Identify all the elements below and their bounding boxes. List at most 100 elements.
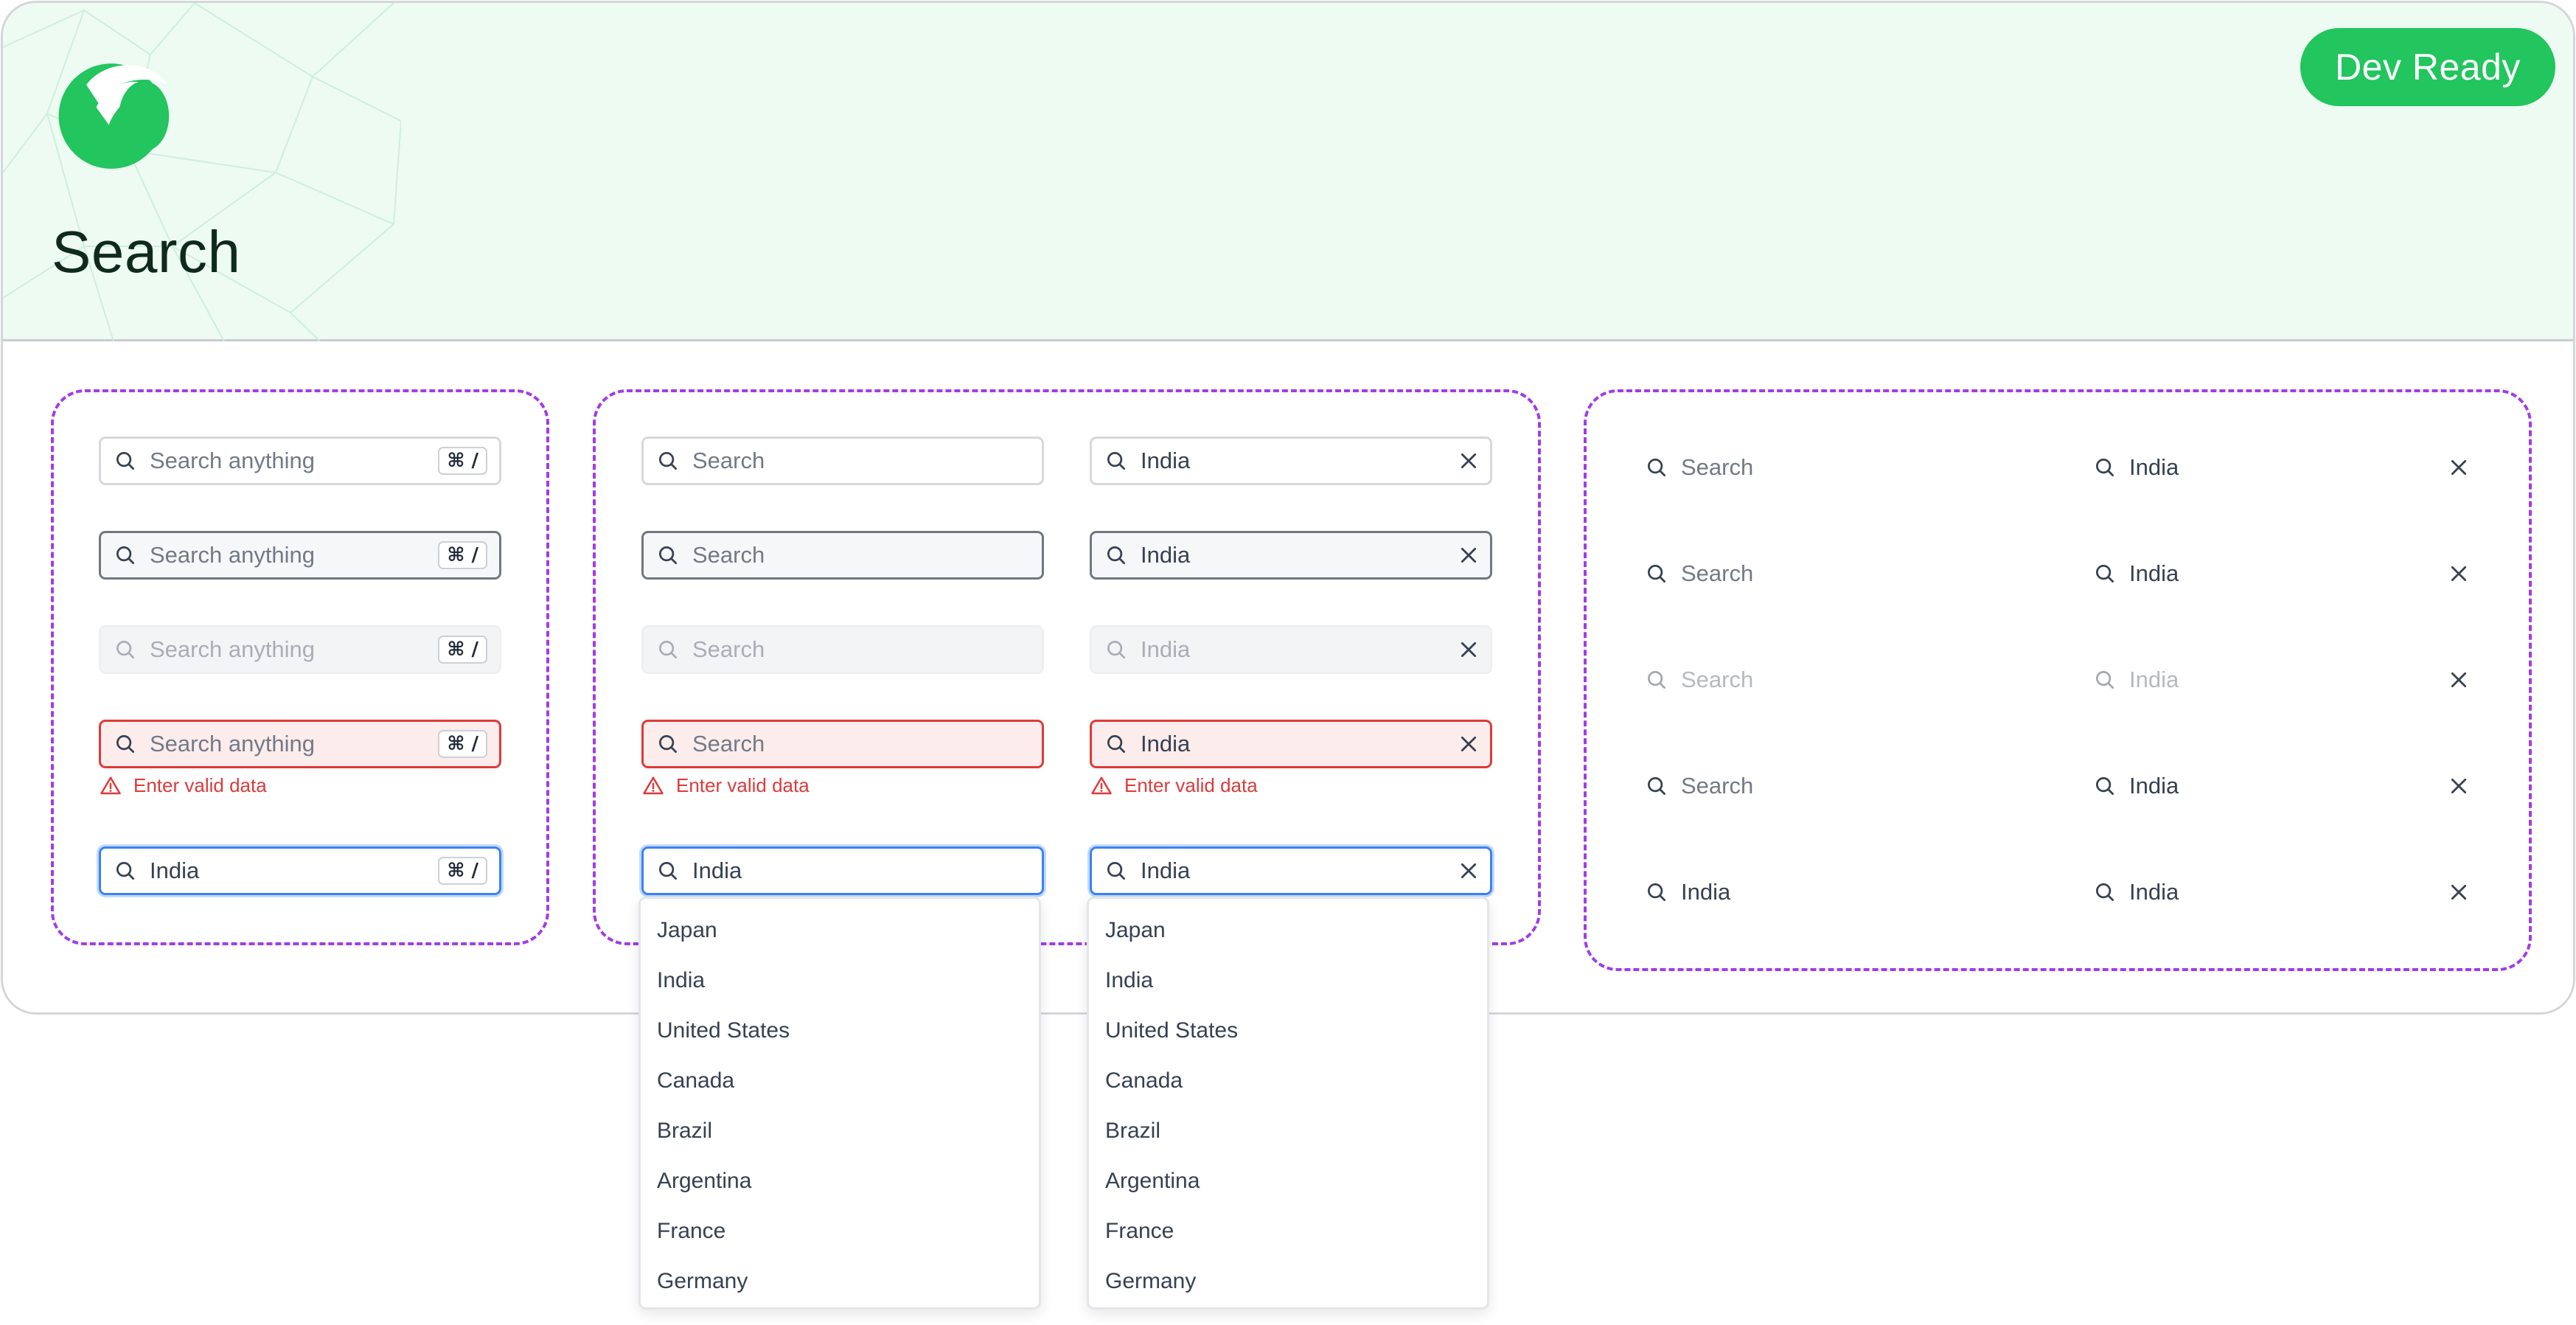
search-placeholder: Search bbox=[1681, 560, 1754, 586]
dropdown-option[interactable]: Canada bbox=[657, 1063, 734, 1099]
search-icon bbox=[1105, 860, 1127, 882]
search-placeholder: Search bbox=[1681, 773, 1754, 799]
search-value: India bbox=[1681, 879, 1731, 905]
search-icon bbox=[657, 544, 679, 566]
search-icon bbox=[114, 733, 136, 755]
search-value: India bbox=[1141, 542, 1191, 568]
search-icon bbox=[657, 733, 679, 755]
search-icon bbox=[1646, 669, 1668, 691]
search-input-disabled: Search bbox=[641, 625, 1044, 674]
close-icon[interactable] bbox=[1459, 546, 1478, 565]
bare-search-filled-disabled: India bbox=[2094, 658, 2179, 702]
search-icon bbox=[657, 450, 679, 472]
search-icon bbox=[114, 639, 136, 661]
error-text: Enter valid data bbox=[1124, 774, 1258, 796]
search-input-default[interactable]: Search anything ⌘ / bbox=[99, 437, 501, 485]
search-placeholder: Search bbox=[692, 542, 765, 568]
close-icon[interactable] bbox=[1459, 451, 1478, 470]
warning-icon bbox=[642, 775, 664, 797]
page-header: Search Dev Ready bbox=[3, 3, 2573, 341]
close-icon[interactable] bbox=[1459, 861, 1478, 880]
error-message: Enter valid data bbox=[1090, 774, 1258, 797]
search-value: India bbox=[2129, 667, 2179, 692]
search-input-hover[interactable]: Search anything ⌘ / bbox=[99, 531, 501, 580]
country-dropdown: Japan India United States Canada Brazil … bbox=[1087, 897, 1489, 1310]
bare-search-filled-hover[interactable]: India bbox=[2094, 552, 2179, 596]
search-placeholder: Search bbox=[1681, 454, 1754, 480]
error-text: Enter valid data bbox=[133, 774, 267, 796]
dropdown-option[interactable]: Germany bbox=[657, 1263, 748, 1300]
search-input-hover[interactable]: Search bbox=[641, 531, 1044, 580]
search-icon bbox=[2094, 456, 2116, 479]
search-input-error[interactable]: Search anything ⌘ / bbox=[99, 720, 501, 768]
error-text: Enter valid data bbox=[676, 774, 810, 796]
search-input-filled-error[interactable]: India bbox=[1090, 720, 1492, 768]
bare-search-filled-focused[interactable]: India bbox=[2094, 870, 2179, 914]
search-icon bbox=[1105, 450, 1127, 472]
close-icon[interactable] bbox=[2449, 776, 2468, 796]
close-icon[interactable] bbox=[2449, 564, 2468, 583]
bare-search-disabled: Search bbox=[1646, 658, 1753, 702]
close-icon[interactable] bbox=[1459, 734, 1478, 754]
search-icon bbox=[2094, 563, 2116, 585]
search-icon bbox=[1105, 544, 1127, 566]
bare-search-active[interactable]: Search bbox=[1646, 764, 1753, 808]
close-icon[interactable] bbox=[2449, 883, 2468, 902]
search-icon bbox=[114, 860, 136, 882]
search-placeholder: Search bbox=[692, 636, 765, 662]
shortcut-hint: ⌘ / bbox=[438, 447, 487, 475]
search-value: India bbox=[692, 858, 742, 883]
warning-icon bbox=[100, 775, 122, 797]
search-input-filled[interactable]: India bbox=[1090, 437, 1492, 485]
search-icon bbox=[1646, 563, 1668, 585]
error-message: Enter valid data bbox=[642, 774, 810, 797]
search-icon bbox=[2094, 669, 2116, 691]
dropdown-option[interactable]: Argentina bbox=[1105, 1163, 1200, 1200]
component-card: Search Dev Ready Search anything ⌘ / Sea… bbox=[1, 1, 2575, 1015]
dropdown-option[interactable]: France bbox=[1105, 1213, 1174, 1250]
dropdown-option[interactable]: Japan bbox=[1105, 912, 1166, 949]
search-input-focused[interactable]: India ⌘ / bbox=[99, 846, 501, 895]
dropdown-option[interactable]: France bbox=[657, 1213, 725, 1250]
dropdown-option[interactable]: United States bbox=[1105, 1012, 1238, 1049]
search-input-filled-hover[interactable]: India bbox=[1090, 531, 1492, 580]
shortcut-hint: ⌘ / bbox=[438, 541, 487, 569]
close-icon bbox=[2449, 670, 2468, 689]
page-title: Search bbox=[52, 219, 241, 285]
search-value: India bbox=[1141, 858, 1191, 883]
dropdown-option[interactable]: Canada bbox=[1105, 1063, 1183, 1099]
search-value: India bbox=[2129, 773, 2179, 799]
search-icon bbox=[1646, 456, 1668, 479]
bare-search-filled[interactable]: India bbox=[1646, 870, 1730, 914]
dropdown-option[interactable]: India bbox=[657, 962, 705, 999]
warning-icon bbox=[1090, 775, 1113, 797]
bare-search-default[interactable]: Search bbox=[1646, 445, 1753, 490]
dropdown-option[interactable]: Germany bbox=[1105, 1263, 1196, 1300]
search-input-default[interactable]: Search bbox=[641, 437, 1044, 485]
search-input-filled-disabled: India bbox=[1090, 625, 1492, 674]
search-value: India bbox=[1141, 636, 1191, 662]
search-icon bbox=[2094, 881, 2116, 903]
shortcut-hint: ⌘ / bbox=[438, 857, 487, 885]
search-placeholder: Search anything bbox=[150, 731, 316, 757]
dropdown-option[interactable]: United States bbox=[657, 1012, 790, 1049]
dropdown-option[interactable]: Brazil bbox=[1105, 1113, 1160, 1150]
dropdown-option[interactable]: Brazil bbox=[657, 1113, 712, 1150]
dropdown-option[interactable]: Argentina bbox=[657, 1163, 751, 1200]
search-input-error[interactable]: Search bbox=[641, 720, 1044, 768]
search-placeholder: Search anything bbox=[150, 448, 316, 473]
search-input-focused[interactable]: India bbox=[641, 846, 1044, 895]
brand-logo bbox=[58, 63, 170, 169]
error-message: Enter valid data bbox=[100, 774, 267, 797]
search-input-filled-focused[interactable]: India bbox=[1090, 846, 1492, 895]
status-badge: Dev Ready bbox=[2300, 28, 2555, 106]
search-value: India bbox=[2129, 454, 2179, 480]
dropdown-option[interactable]: Japan bbox=[657, 912, 717, 949]
close-icon[interactable] bbox=[2449, 458, 2468, 477]
bare-search-hover[interactable]: Search bbox=[1646, 552, 1753, 596]
bare-search-filled-active[interactable]: India bbox=[2094, 764, 2179, 808]
search-icon bbox=[1646, 881, 1668, 903]
bare-search-filled[interactable]: India bbox=[2094, 445, 2179, 490]
search-value: India bbox=[1141, 731, 1191, 757]
dropdown-option[interactable]: India bbox=[1105, 962, 1153, 999]
